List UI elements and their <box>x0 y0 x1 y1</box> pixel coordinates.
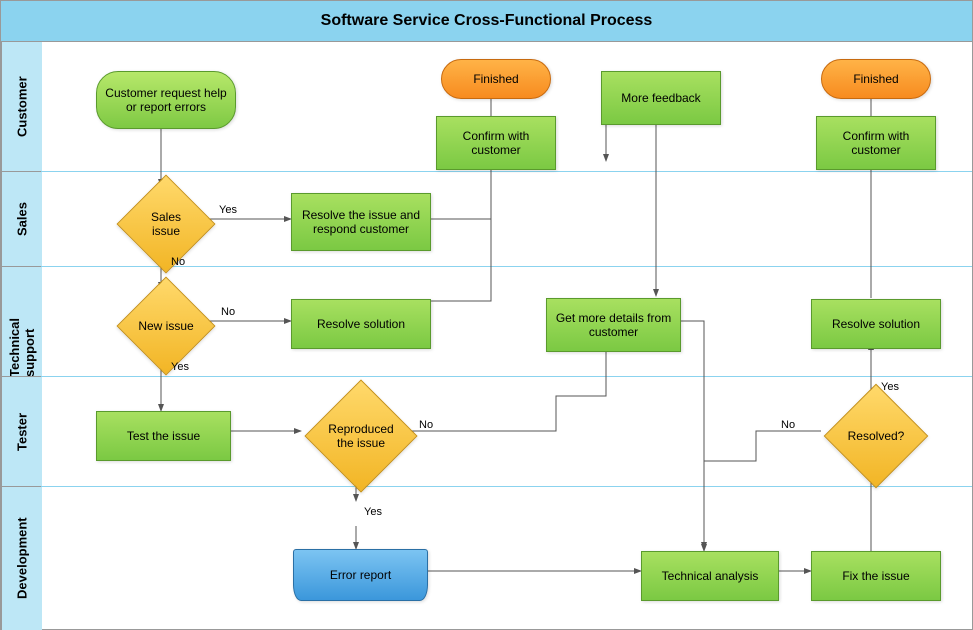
swimlane-grid: Customer Sales Technical support Tester … <box>1 41 972 629</box>
reproduced-decision: Reproduced the issue <box>304 379 417 492</box>
get-details: Get more details from customer <box>546 298 681 352</box>
edge-label-yes: Yes <box>171 361 189 373</box>
resolve-solution-2: Resolve solution <box>811 299 941 349</box>
error-report-document: Error report <box>293 549 428 601</box>
edge-label-no: No <box>171 256 185 268</box>
lane-customer: Customer <box>1 41 42 172</box>
lane-tester: Tester <box>1 376 42 487</box>
edge-label-yes: Yes <box>364 506 382 518</box>
finished-terminator: Finished <box>441 59 551 99</box>
edge-label-no: No <box>419 419 433 431</box>
resolved-decision: Resolved? <box>824 384 929 489</box>
more-feedback: More feedback <box>601 71 721 125</box>
test-issue: Test the issue <box>96 411 231 461</box>
resolve-respond: Resolve the issue and respond customer <box>291 193 431 251</box>
diagram-frame: Software Service Cross-Functional Proces… <box>0 0 973 630</box>
lane-development: Development <box>1 486 42 630</box>
resolve-solution-1: Resolve solution <box>291 299 431 349</box>
lane-sales: Sales <box>1 171 42 267</box>
finished-terminator-2: Finished <box>821 59 931 99</box>
diagram-title: Software Service Cross-Functional Proces… <box>1 1 972 42</box>
confirm-customer-2: Confirm with customer <box>816 116 936 170</box>
sales-issue-decision: Sales issue <box>117 175 216 274</box>
edge-label-no: No <box>781 419 795 431</box>
edge-label-yes: Yes <box>219 204 237 216</box>
lane-tech-support: Technical support <box>1 266 42 377</box>
fix-issue: Fix the issue <box>811 551 941 601</box>
edge-label-no: No <box>221 306 235 318</box>
lane-divider <box>41 486 972 487</box>
start-terminator: Customer request help or report errors <box>96 71 236 129</box>
lane-divider <box>41 171 972 172</box>
confirm-customer-1: Confirm with customer <box>436 116 556 170</box>
technical-analysis: Technical analysis <box>641 551 779 601</box>
edge-label-yes: Yes <box>881 381 899 393</box>
lane-divider <box>41 376 972 377</box>
new-issue-decision: New issue <box>117 277 216 376</box>
